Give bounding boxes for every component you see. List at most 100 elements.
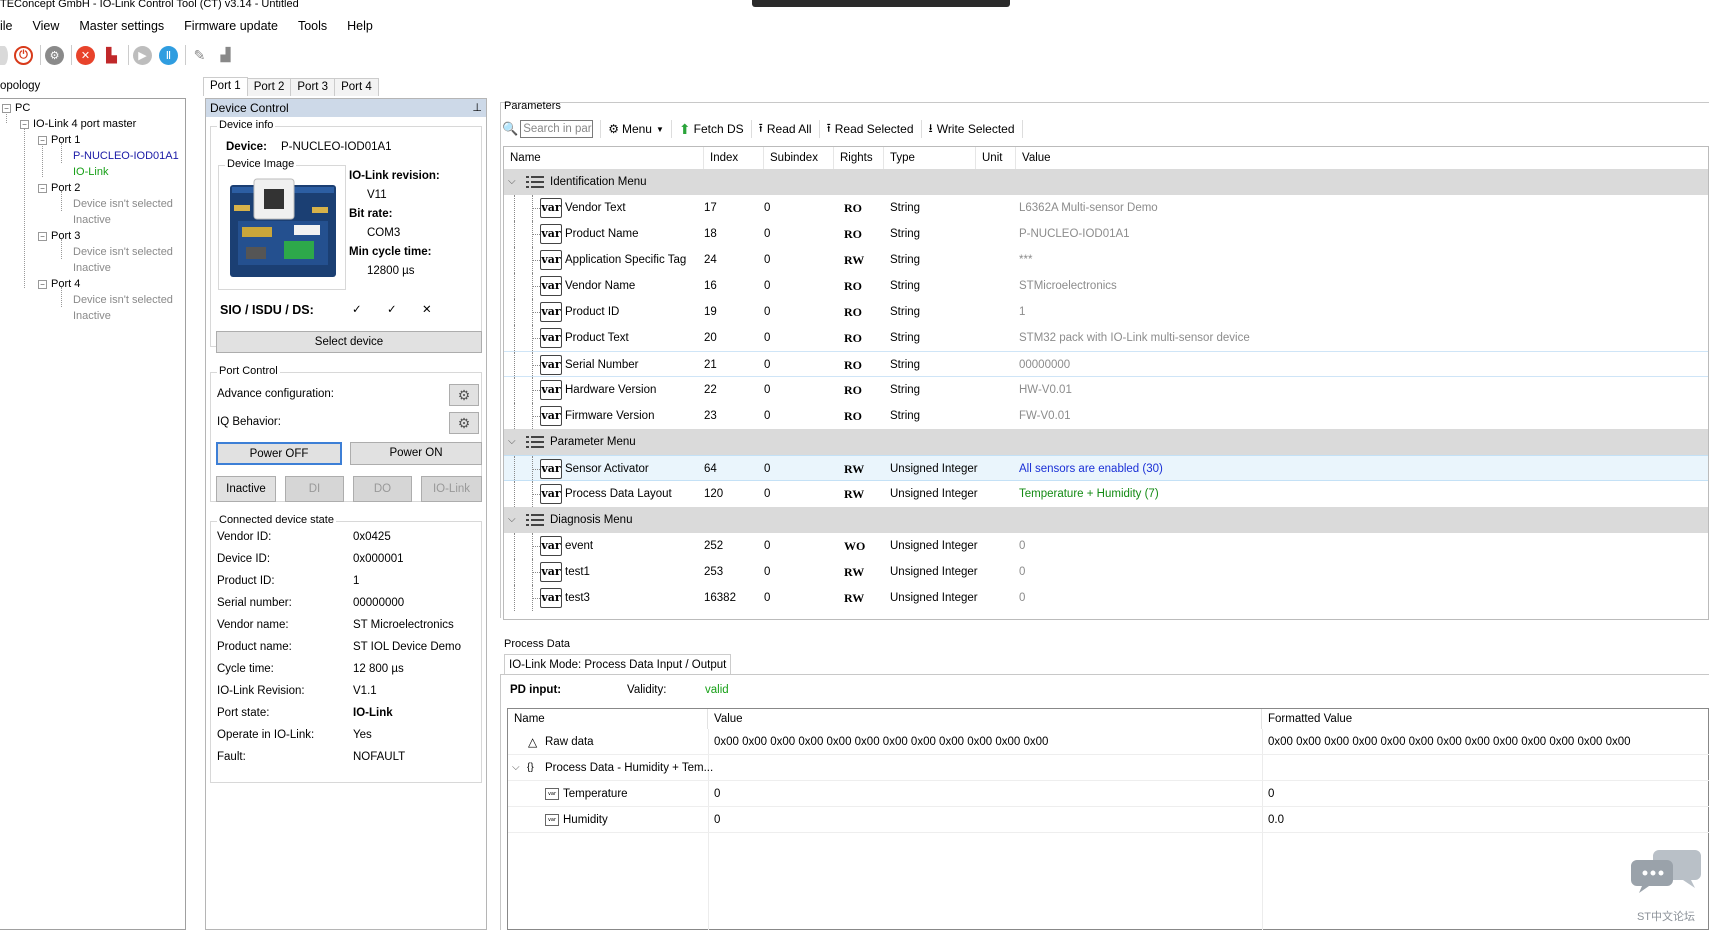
read-all-button[interactable]: ⭱ Read All [752,120,820,138]
col-value[interactable]: Value [1016,147,1708,169]
write-selected-button[interactable]: ⭳ Write Selected [922,120,1023,138]
parameter-row[interactable]: var Firmware Version 23 0 RO String FW-V0.01 [504,403,1708,429]
tree-node-port-1[interactable]: − Port 1 [38,134,80,146]
parameter-value[interactable]: 0 [1019,533,1025,559]
parameter-row[interactable]: var Serial Number 21 0 RO String 00000000 [504,351,1708,378]
parameter-row[interactable]: var test3 16382 0 RW Unsigned Integer 0 [504,585,1708,611]
advance-config-gear-icon[interactable]: ⚙ [449,384,479,406]
menu-help[interactable]: Help [337,15,383,37]
parameter-value[interactable]: All sensors are enabled (30) [1019,456,1163,482]
parameter-row[interactable]: var Vendor Text 17 0 RO String L6362A Multi-se… [504,195,1708,221]
tree-node-device[interactable]: Device isn't selected [73,294,173,306]
mode-di-button[interactable]: DI [285,476,344,502]
parameter-row[interactable]: var Vendor Name 16 0 RO String STMicroelectron… [504,273,1708,299]
parameter-group-row[interactable]: ⌵ Identification Menu [504,169,1708,195]
parameter-row[interactable]: var Sensor Activator 64 0 RW Unsigned Integer… [504,455,1708,482]
tab-port-3[interactable]: Port 3 [290,78,336,96]
menu-tools[interactable]: Tools [288,15,337,37]
stop-icon[interactable] [0,45,8,65]
process-data-row[interactable]: ⌵ {} Process Data - Humidity + Tem... [508,755,1709,781]
col-unit[interactable]: Unit [976,147,1016,169]
tree-node-pc[interactable]: − PC [2,102,30,114]
col-index[interactable]: Index [704,147,764,169]
tab-port-4[interactable]: Port 4 [334,78,379,96]
pd-col-formatted[interactable]: Formatted Value [1262,709,1709,729]
plug-icon[interactable]: ▟ [216,46,235,65]
parameter-row[interactable]: var Product ID 19 0 RO String 1 [504,299,1708,325]
parameter-value[interactable]: HW-V0.01 [1019,377,1072,403]
parameter-value[interactable]: Temperature + Humidity (7) [1019,481,1159,507]
mode-do-button[interactable]: DO [353,476,412,502]
tab-port-1[interactable]: Port 1 [203,77,248,96]
parameter-group-row[interactable]: ⌵ Parameter Menu [504,429,1708,455]
tree-node-state[interactable]: Inactive [73,310,111,322]
parameter-value[interactable]: 1 [1019,299,1025,325]
parameter-value[interactable]: FW-V0.01 [1019,403,1071,429]
parameter-row[interactable]: var Application Specific Tag 24 0 RW String **… [504,247,1708,273]
chevron-down-icon[interactable]: ⌵ [508,429,516,455]
col-name[interactable]: Name [504,147,704,169]
menu-master-settings[interactable]: Master settings [69,15,174,37]
select-device-button[interactable]: Select device [216,331,482,353]
process-data-row[interactable]: var Humidity 0 0.0 [508,807,1709,833]
parameter-value[interactable]: 00000000 [1019,352,1070,378]
parameter-row[interactable]: var Hardware Version 22 0 RO String HW-V0.01 [504,377,1708,403]
tree-node-state[interactable]: Inactive [73,262,111,274]
parameter-row[interactable]: var Process Data Layout 120 0 RW Unsigned Int… [504,481,1708,507]
process-data-row[interactable]: var Temperature 0 0 [508,781,1709,807]
process-data-row[interactable]: △ Raw data 0x00 0x00 0x00 0x00 0x00 0x00 0… [508,729,1709,755]
parameter-row[interactable]: var Product Text 20 0 RO String STM32 pack wit… [504,325,1708,351]
pd-col-value[interactable]: Value [708,709,1262,729]
process-data-tab[interactable]: IO-Link Mode: Process Data Input / Outpu… [504,654,732,674]
power-on-button[interactable]: Power ON [350,442,482,465]
parameter-value[interactable]: STM32 pack with IO-Link multi-sensor dev… [1019,325,1250,351]
parameter-value[interactable]: STMicroelectronics [1019,273,1117,299]
menu-view[interactable]: View [23,15,70,37]
power-off-button[interactable]: Power OFF [216,442,342,465]
parameter-value[interactable]: *** [1019,247,1032,273]
tree-node-device[interactable]: Device isn't selected [73,198,173,210]
col-subindex[interactable]: Subindex [764,147,834,169]
parameter-row[interactable]: var event 252 0 WO Unsigned Integer 0 [504,533,1708,559]
parameter-value[interactable]: 0 [1019,559,1025,585]
parameter-value[interactable]: L6362A Multi-sensor Demo [1019,195,1158,221]
tree-node-master[interactable]: − IO-Link 4 port master [20,118,136,130]
tree-node-port-3[interactable]: − Port 3 [38,230,80,242]
menu-firmware-update[interactable]: Firmware update [174,15,288,37]
state-value: ST IOL Device Demo [353,641,462,653]
parameter-value[interactable]: 0 [1019,585,1025,611]
chevron-down-icon[interactable]: ⌵ [512,755,520,781]
fetch-ds-button[interactable]: ⬆ Fetch DS [672,120,752,138]
wrench-icon[interactable]: ✎ [190,46,209,65]
menu-file[interactable]: ile [0,15,23,37]
disconnect-icon[interactable]: ▙ [102,46,121,65]
chevron-down-icon[interactable]: ⌵ [508,169,516,195]
parameter-row[interactable]: var test1 253 0 RW Unsigned Integer 0 [504,559,1708,585]
chevron-down-icon[interactable]: ⌵ [508,507,516,533]
iq-behavior-gear-icon[interactable]: ⚙ [449,412,479,434]
col-rights[interactable]: Rights [834,147,884,169]
play-icon[interactable]: ▶ [133,45,152,65]
tree-node-port-4[interactable]: − Port 4 [38,278,80,290]
pause-icon[interactable]: Ⅱ [159,45,178,65]
gear-icon[interactable]: ⚙ [45,45,64,65]
close-icon[interactable]: ✕ [76,45,95,65]
tab-port-2[interactable]: Port 2 [246,78,292,96]
tree-node-state[interactable]: IO-Link [73,166,108,178]
power-icon[interactable]: ⏻ [14,45,33,65]
parameter-row[interactable]: var Product Name 18 0 RO String P-NUCLEO-IOD01… [504,221,1708,247]
tree-node-device[interactable]: Device isn't selected [73,246,173,258]
tree-node-device[interactable]: P-NUCLEO-IOD01A1 [73,150,179,162]
menu-dropdown[interactable]: ⚙ Menu ▼ [601,120,672,138]
pin-icon[interactable]: ⊥ [472,99,482,117]
pd-col-name[interactable]: Name [508,709,708,729]
mode-iolink-button[interactable]: IO-Link [421,476,482,502]
tree-node-port-2[interactable]: − Port 2 [38,182,80,194]
tree-node-state[interactable]: Inactive [73,214,111,226]
parameter-value[interactable]: P-NUCLEO-IOD01A1 [1019,221,1130,247]
col-type[interactable]: Type [884,147,976,169]
parameter-group-row[interactable]: ⌵ Diagnosis Menu [504,507,1708,533]
search-input[interactable]: Search in par... [520,120,594,138]
read-selected-button[interactable]: ⭱ Read Selected [820,120,922,138]
mode-inactive-button[interactable]: Inactive [216,476,276,502]
